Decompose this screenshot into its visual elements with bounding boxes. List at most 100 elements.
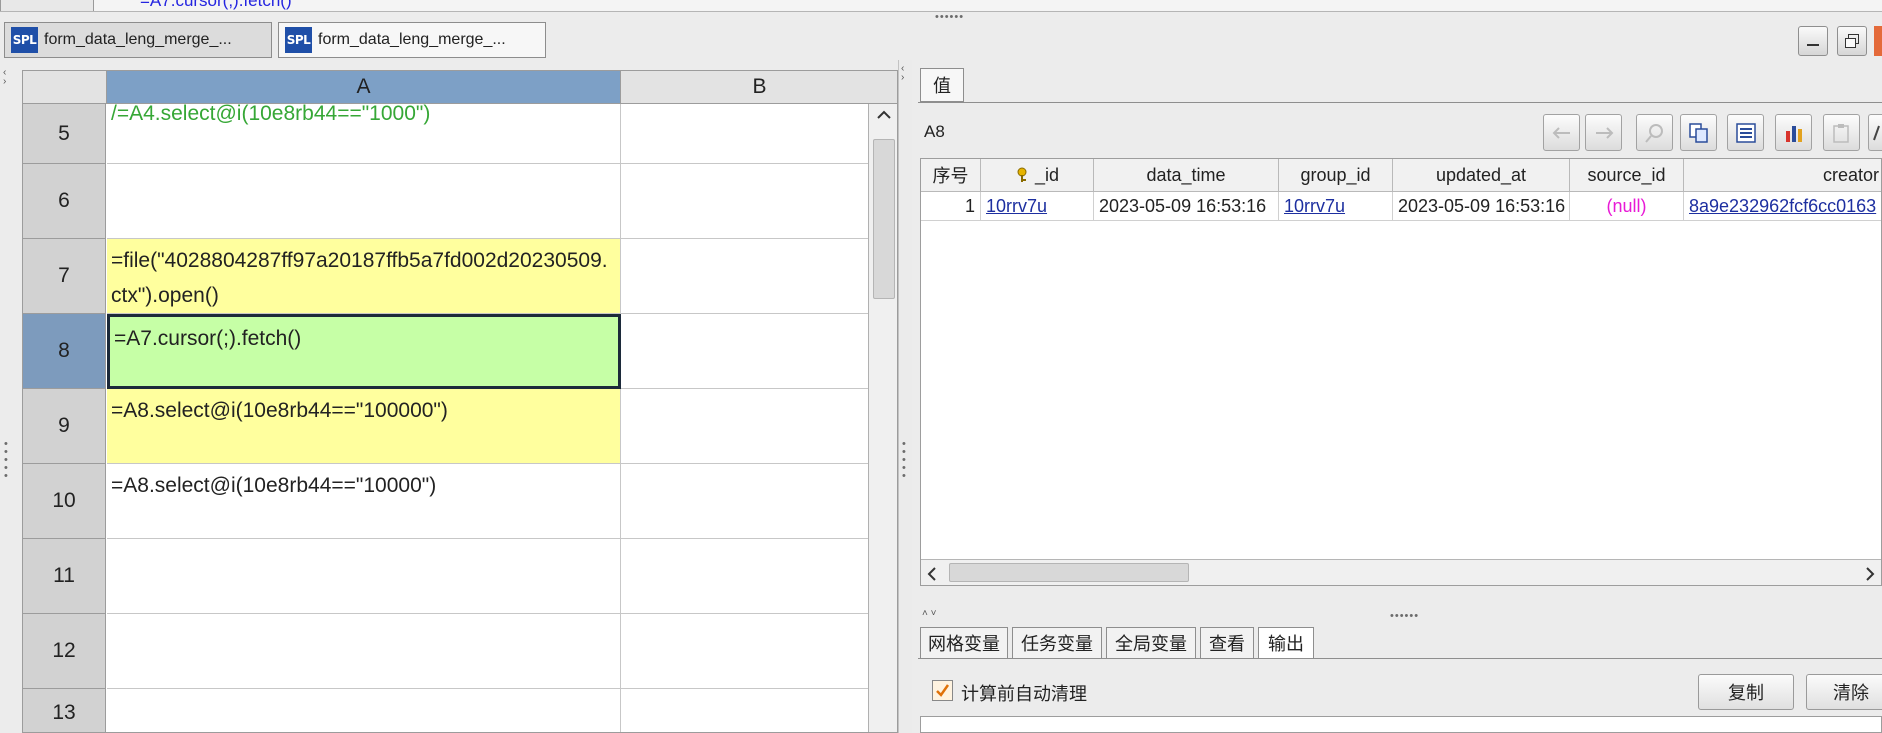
splitter-grip-mid[interactable]: • • • • • <box>902 439 910 482</box>
col-header-B[interactable]: B <box>621 71 897 104</box>
cell-creator-link[interactable]: 8a9e232962fcf6cc0163 <box>1684 192 1881 221</box>
checkmark-icon <box>936 684 950 697</box>
cell-A7[interactable]: =file("4028804287ff97a20187ffb5a7fd002d2… <box>107 239 621 314</box>
col-header-seq[interactable]: 序号 <box>921 159 981 192</box>
tab-task-variables[interactable]: 任务变量 <box>1012 627 1102 659</box>
sheet-vertical-scrollbar[interactable] <box>868 104 897 732</box>
copy-icon <box>1688 122 1708 143</box>
close-button[interactable] <box>1874 26 1882 56</box>
cell-A8-selected[interactable]: =A7.cursor(;).fetch() <box>107 314 621 389</box>
splitter-grip-left[interactable]: • • • • • <box>4 439 12 482</box>
tab-view[interactable]: 查看 <box>1200 627 1254 659</box>
cell-updated-at: 2023-05-09 16:53:16 <box>1393 192 1570 221</box>
col-header-group-id[interactable]: group_id <box>1279 159 1393 192</box>
arrow-right-icon <box>1595 126 1613 139</box>
value-table-scroll-thumb[interactable] <box>949 563 1189 582</box>
chart-button[interactable] <box>1775 114 1812 151</box>
zoom-button[interactable] <box>1636 114 1673 151</box>
collapse-toggle-icon[interactable]: ˄ ˅ <box>922 608 936 619</box>
col-header-label: _id <box>1034 164 1060 185</box>
col-header-id[interactable]: _id <box>981 159 1094 192</box>
pane-splitter[interactable]: ‹ › • • • • • <box>898 60 912 733</box>
cell-source-id-null: (null) <box>1570 192 1684 221</box>
col-header-A[interactable]: A <box>107 71 621 104</box>
collapse-right-icon[interactable]: ‹ › <box>901 64 904 83</box>
splitter-grip-horizontal[interactable]: •••••• <box>1390 611 1419 622</box>
cell-A13[interactable] <box>107 689 621 732</box>
row-header[interactable]: 11 <box>23 539 106 614</box>
cell-B12[interactable] <box>621 614 868 689</box>
value-table[interactable]: 序号 _id data_time group_id updated_at sou… <box>920 158 1882 586</box>
col-header-updated-at[interactable]: updated_at <box>1393 159 1570 192</box>
output-text-area[interactable] <box>920 716 1882 733</box>
formula-bar-text[interactable]: =A7.cursor(;).fetch() <box>140 0 292 11</box>
cell-B6[interactable] <box>621 164 868 239</box>
cell-B11[interactable] <box>621 539 868 614</box>
list-icon <box>1735 122 1756 143</box>
chevron-up-icon[interactable] <box>877 110 891 120</box>
cell-B10[interactable] <box>621 464 868 539</box>
list-button[interactable] <box>1727 114 1764 151</box>
copy-output-button[interactable]: 复制 <box>1698 674 1794 710</box>
cell-B9[interactable] <box>621 389 868 464</box>
auto-clear-checkbox[interactable] <box>932 680 953 701</box>
minimize-button[interactable] <box>1798 26 1828 56</box>
formula-bar-cell-box[interactable] <box>0 0 94 11</box>
cell-A12[interactable] <box>107 614 621 689</box>
tab-output[interactable]: 输出 <box>1258 627 1314 659</box>
row-header[interactable]: 9 <box>23 389 106 464</box>
value-table-horizontal-scrollbar[interactable] <box>921 559 1881 585</box>
cell-A10[interactable]: =A8.select@i(10e8rb44=="10000") <box>107 464 621 539</box>
forward-button[interactable] <box>1585 114 1622 151</box>
chevron-left-icon[interactable] <box>927 567 937 581</box>
minimize-icon <box>1807 44 1819 46</box>
edit-button[interactable] <box>1868 114 1882 151</box>
col-header-data-time[interactable]: data_time <box>1094 159 1279 192</box>
cell-A6[interactable] <box>107 164 621 239</box>
collapse-left-icon[interactable]: ‹ › <box>3 68 6 87</box>
back-button[interactable] <box>1543 114 1580 151</box>
row-header[interactable]: 6 <box>23 164 106 239</box>
row-header[interactable]: 5 <box>23 104 106 164</box>
cell-ref-label: A8 <box>924 122 945 141</box>
tab-divider <box>918 102 1882 103</box>
paste-button[interactable] <box>1823 114 1860 151</box>
cell-B8[interactable] <box>621 314 868 389</box>
sheet-scroll-thumb[interactable] <box>873 139 895 299</box>
bottom-tab-divider <box>918 658 1882 659</box>
chart-icon <box>1785 125 1802 142</box>
tab-global-variables[interactable]: 全局变量 <box>1106 627 1196 659</box>
copy-button[interactable] <box>1680 114 1717 151</box>
tab-value[interactable]: 值 <box>920 68 964 102</box>
sheet-corner[interactable] <box>23 71 107 104</box>
col-header-source-id[interactable]: source_id <box>1570 159 1684 192</box>
row-header[interactable]: 13 <box>23 689 106 732</box>
cell-id-link[interactable]: 10rrv7u <box>981 192 1094 221</box>
cell-A11[interactable] <box>107 539 621 614</box>
tab-grid-variables[interactable]: 网格变量 <box>920 627 1008 659</box>
doc-tab-2[interactable]: SPL form_data_leng_merge_... <box>278 22 546 58</box>
row-header-selected[interactable]: 8 <box>23 314 106 389</box>
chevron-right-icon[interactable] <box>1865 567 1875 581</box>
doc-tab-label: form_data_leng_merge_... <box>318 31 506 48</box>
splitter-grip-top[interactable]: •••••• <box>935 12 964 23</box>
cell-A9[interactable]: =A8.select@i(10e8rb44=="100000") <box>107 389 621 464</box>
col-header-creator[interactable]: creator <box>1684 159 1881 192</box>
cell-data-time: 2023-05-09 16:53:16 <box>1094 192 1279 221</box>
row-header[interactable]: 7 <box>23 239 106 314</box>
restore-button[interactable] <box>1837 26 1867 56</box>
cell-B5[interactable] <box>621 104 868 164</box>
cell-group-id-link[interactable]: 10rrv7u <box>1279 192 1393 221</box>
zoom-icon <box>1644 123 1663 143</box>
spreadsheet[interactable]: A B 5 /=A4.select@i(10e8rb44=="1000") 6 … <box>22 70 898 733</box>
clear-output-button[interactable]: 清除 <box>1806 674 1882 710</box>
row-header[interactable]: 10 <box>23 464 106 539</box>
cell-A5[interactable]: /=A4.select@i(10e8rb44=="1000") <box>107 104 621 164</box>
restore-icon <box>1845 34 1859 48</box>
row-header[interactable]: 12 <box>23 614 106 689</box>
doc-tab-1[interactable]: SPL form_data_leng_merge_... <box>4 22 272 58</box>
cell-B7[interactable] <box>621 239 868 314</box>
key-icon <box>1017 167 1027 182</box>
cell-B13[interactable] <box>621 689 868 732</box>
paste-icon <box>1832 123 1849 143</box>
